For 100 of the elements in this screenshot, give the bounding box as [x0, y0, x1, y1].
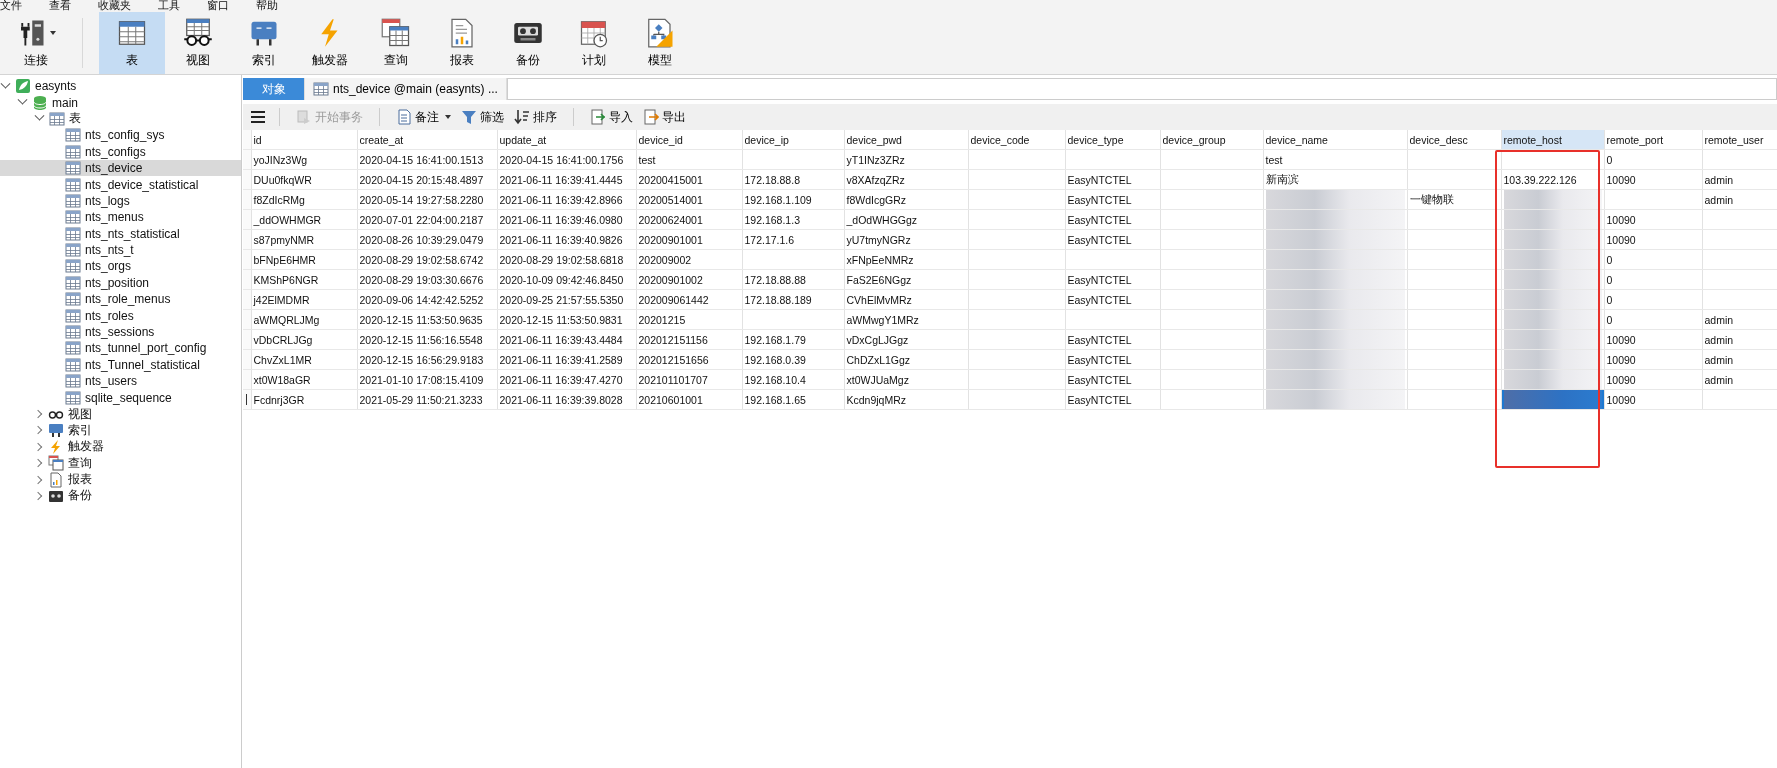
toolbar-button[interactable]: 触发器	[297, 12, 363, 74]
toolbar-button[interactable]: 排序	[512, 108, 559, 126]
toolbar-button[interactable]: 表	[99, 12, 165, 74]
menu-icon[interactable]	[251, 111, 265, 123]
table-cell: aWMwgY1MRz	[844, 309, 968, 330]
table-cell: 0	[1604, 249, 1702, 270]
column-header[interactable]: id	[251, 130, 357, 150]
tree-item[interactable]: easynts	[0, 78, 241, 95]
column-header[interactable]: device_group	[1160, 130, 1263, 150]
table-cell: 2020-08-29 19:02:58.6818	[497, 249, 636, 270]
toolbar-button[interactable]: 模型	[627, 12, 693, 74]
column-header[interactable]: remote_host	[1501, 130, 1604, 150]
menu-item[interactable]: 窗口	[207, 0, 229, 12]
toolbar-button[interactable]: 备注	[394, 108, 453, 126]
diagram-icon	[645, 17, 675, 48]
tree-item[interactable]: nts_config_sys	[0, 127, 241, 144]
column-header[interactable]: device_desc	[1407, 130, 1501, 150]
table-cell: 172.18.88.189	[742, 289, 844, 310]
toolbar-button[interactable]: 连接	[6, 12, 66, 74]
toolbar-button[interactable]: 视图	[165, 12, 231, 74]
toolbar-button[interactable]: 筛选	[459, 108, 506, 126]
table-icon	[65, 373, 81, 390]
table-cell: ChvZxL1MR	[251, 349, 357, 370]
toolbar-button[interactable]: 导出	[641, 108, 688, 126]
table-cell: test	[636, 149, 742, 170]
table-cell: 10090	[1604, 329, 1702, 350]
column-header[interactable]: remote_user	[1702, 130, 1777, 150]
tree-item[interactable]: 备份	[0, 487, 241, 505]
table-cell: 2020-10-09 09:42:46.8450	[497, 269, 636, 290]
table-icon	[65, 176, 81, 193]
tree-item[interactable]: main	[0, 94, 241, 111]
tree-item[interactable]: nts_device_statistical	[0, 176, 241, 193]
table-icon	[65, 209, 81, 226]
tab[interactable]: 对象	[243, 78, 305, 100]
column-header[interactable]: update_at	[497, 130, 636, 150]
toolbar-button[interactable]: 备份	[495, 12, 561, 74]
tree-item[interactable]: nts_configs	[0, 143, 241, 160]
table-cell: 103.39.222.126	[1501, 169, 1604, 190]
column-header[interactable]: remote_port	[1604, 130, 1702, 150]
tree-item[interactable]: nts_device	[0, 159, 241, 177]
tree-item[interactable]: nts_sessions	[0, 323, 241, 341]
tree-item[interactable]: nts_roles	[0, 307, 241, 324]
tree-item[interactable]: sqlite_sequence	[0, 389, 241, 406]
row-header[interactable]	[243, 389, 251, 410]
toolbar-button[interactable]: 报表	[429, 12, 495, 74]
table-cell: aWMQRLJMg	[251, 309, 357, 330]
tree-item[interactable]: 报表	[0, 471, 241, 488]
tree-item[interactable]: 查询	[0, 455, 241, 472]
document-icon	[396, 109, 412, 125]
tree-item[interactable]: nts_role_menus	[0, 291, 241, 308]
filter-icon	[461, 109, 477, 125]
menu-item[interactable]: 帮助	[256, 0, 278, 12]
menu-item[interactable]: 工具	[158, 0, 180, 12]
table-cell: 2020-08-26 10:39:29.0479	[357, 229, 497, 250]
table-cell: 202101101707	[636, 369, 742, 390]
table-cell: 202009002	[636, 249, 742, 270]
toolbar-button[interactable]: 索引	[231, 12, 297, 74]
table-icon	[65, 389, 81, 406]
table-cell: 20200901001	[636, 229, 742, 250]
toolbar-button[interactable]: 导入	[588, 108, 635, 126]
table-cell: 202012151656	[636, 349, 742, 370]
tree-item[interactable]: nts_Tunnel_statistical	[0, 356, 241, 374]
tree-item[interactable]: nts_nts_t	[0, 241, 241, 259]
table-icon	[65, 192, 81, 209]
table-cell: 10090	[1604, 229, 1702, 250]
table-cell: 2020-09-25 21:57:55.5350	[497, 289, 636, 310]
menu-item[interactable]: 查看	[49, 0, 71, 12]
table-cell: admin	[1702, 349, 1777, 370]
column-header[interactable]: device_pwd	[844, 130, 968, 150]
menu-item[interactable]: 收藏夹	[98, 0, 131, 12]
toolbar-button[interactable]: 计划	[561, 12, 627, 74]
tree-item[interactable]: 触发器	[0, 438, 241, 455]
table-cell: 172.17.1.6	[742, 229, 844, 250]
column-header[interactable]: device_code	[968, 130, 1065, 150]
column-header[interactable]: device_type	[1065, 130, 1160, 150]
table-cell: 2020-12-15 11:56:16.5548	[357, 329, 497, 350]
table-cell: 10090	[1604, 349, 1702, 370]
tree-item[interactable]: 视图	[0, 405, 241, 423]
column-header[interactable]: create_at	[357, 130, 497, 150]
column-header[interactable]: device_ip	[742, 130, 844, 150]
tree-item[interactable]: nts_menus	[0, 209, 241, 226]
table-cell: xt0W18aGR	[251, 369, 357, 390]
table-cell: 2021-06-11 16:39:41.2589	[497, 349, 636, 370]
tree-item[interactable]: nts_position	[0, 274, 241, 292]
tree-item[interactable]: 索引	[0, 422, 241, 439]
toolbar-button[interactable]: 查询	[363, 12, 429, 74]
menu-item[interactable]: 文件	[0, 0, 22, 12]
table-cell: 0	[1604, 149, 1702, 170]
tab[interactable]: nts_device @main (easynts) ...	[305, 78, 507, 100]
tree-item[interactable]: nts_nts_statistical	[0, 225, 241, 242]
table-cell: yT1INz3ZRz	[844, 149, 968, 170]
tree-item[interactable]: 表	[0, 110, 241, 128]
tree-item[interactable]: nts_users	[0, 373, 241, 390]
tree-item[interactable]: nts_logs	[0, 192, 241, 210]
column-header[interactable]: device_name	[1263, 130, 1407, 150]
table-cell: admin	[1702, 329, 1777, 350]
table-cell: vDbCRLJGg	[251, 329, 357, 350]
tree-item[interactable]: nts_tunnel_port_config	[0, 340, 241, 357]
column-header[interactable]: device_id	[636, 130, 742, 150]
tree-item[interactable]: nts_orgs	[0, 258, 241, 275]
